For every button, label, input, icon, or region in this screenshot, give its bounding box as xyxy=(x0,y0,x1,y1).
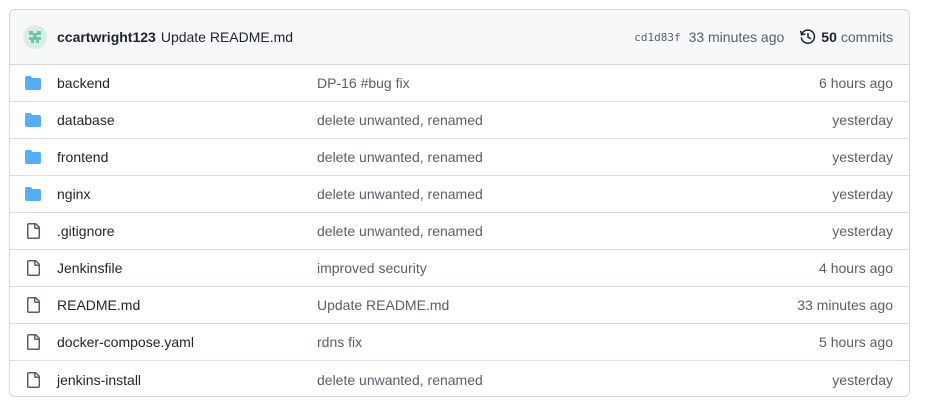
folder-icon xyxy=(25,149,41,165)
file-name-link[interactable]: nginx xyxy=(57,186,317,202)
file-row[interactable]: .gitignore delete unwanted, renamed yester… xyxy=(10,213,909,250)
last-commit-time: yesterday xyxy=(832,186,893,202)
file-row[interactable]: Jenkinsfile improved security 4 hours ago xyxy=(10,250,909,287)
identicon-icon xyxy=(29,31,41,43)
last-commit-time: 5 hours ago xyxy=(819,334,893,350)
file-row[interactable]: docker-compose.yaml rdns fix 5 hours ago xyxy=(10,324,909,361)
last-commit-message-link[interactable]: Update README.md xyxy=(317,297,797,313)
file-row[interactable]: nginx delete unwanted, renamed yesterday xyxy=(10,176,909,213)
folder-icon xyxy=(25,186,41,202)
file-row[interactable]: jenkins-install delete unwanted, renamed y… xyxy=(10,361,909,396)
file-list: backend DP-16 #bug fix 6 hours ago database… xyxy=(10,65,909,396)
last-commit-message-link[interactable]: delete unwanted, renamed xyxy=(317,186,832,202)
file-icon xyxy=(25,334,41,350)
commits-label: commits xyxy=(840,29,893,45)
last-commit-time: 33 minutes ago xyxy=(797,297,893,313)
last-commit-time: yesterday xyxy=(832,371,893,388)
commit-author-link[interactable]: ccartwright123 xyxy=(57,29,156,45)
latest-commit-bar: ccartwright123 Update README.md cd1d83f … xyxy=(10,10,909,65)
last-commit-message-link[interactable]: delete unwanted, renamed xyxy=(317,149,832,165)
last-commit-message-link[interactable]: delete unwanted, renamed xyxy=(317,223,832,239)
file-name-link[interactable]: Jenkinsfile xyxy=(57,260,317,276)
file-name-link[interactable]: docker-compose.yaml xyxy=(57,334,317,350)
last-commit-time: yesterday xyxy=(832,223,893,239)
avatar[interactable] xyxy=(23,25,47,49)
file-name-link[interactable]: README.md xyxy=(57,297,317,313)
folder-icon xyxy=(25,75,41,91)
file-name-link[interactable]: .gitignore xyxy=(57,223,317,239)
file-name-link[interactable]: backend xyxy=(57,75,317,91)
last-commit-time: 4 hours ago xyxy=(819,260,893,276)
last-commit-message-link[interactable]: delete unwanted, renamed xyxy=(317,372,832,388)
last-commit-time: yesterday xyxy=(832,112,893,128)
commit-sha-link[interactable]: cd1d83f xyxy=(634,31,680,44)
commit-message-link[interactable]: Update README.md xyxy=(161,29,293,45)
commits-history-link[interactable]: 50 commits xyxy=(800,29,893,45)
last-commit-message-link[interactable]: DP-16 #bug fix xyxy=(317,75,819,91)
file-icon xyxy=(25,371,41,388)
file-name-link[interactable]: frontend xyxy=(57,149,317,165)
file-browser: ccartwright123 Update README.md cd1d83f … xyxy=(9,9,910,397)
file-row[interactable]: database delete unwanted, renamed yesterda… xyxy=(10,102,909,139)
file-icon xyxy=(25,260,41,276)
commit-count: 50 xyxy=(821,29,837,45)
file-icon xyxy=(25,297,41,313)
file-icon xyxy=(25,223,41,239)
file-name-link[interactable]: jenkins-install xyxy=(57,372,317,388)
last-commit-message-link[interactable]: delete unwanted, renamed xyxy=(317,112,832,128)
last-commit-time: yesterday xyxy=(832,149,893,165)
last-commit-time: 6 hours ago xyxy=(819,75,893,91)
last-commit-message-link[interactable]: improved security xyxy=(317,260,819,276)
file-row[interactable]: frontend delete unwanted, renamed yesterda… xyxy=(10,139,909,176)
file-row[interactable]: README.md Update README.md 33 minutes ago xyxy=(10,287,909,324)
commit-age: 33 minutes ago xyxy=(688,29,785,45)
file-name-link[interactable]: database xyxy=(57,112,317,128)
file-row[interactable]: backend DP-16 #bug fix 6 hours ago xyxy=(10,65,909,102)
history-icon xyxy=(800,29,816,44)
folder-icon xyxy=(25,112,41,128)
last-commit-message-link[interactable]: rdns fix xyxy=(317,334,819,350)
